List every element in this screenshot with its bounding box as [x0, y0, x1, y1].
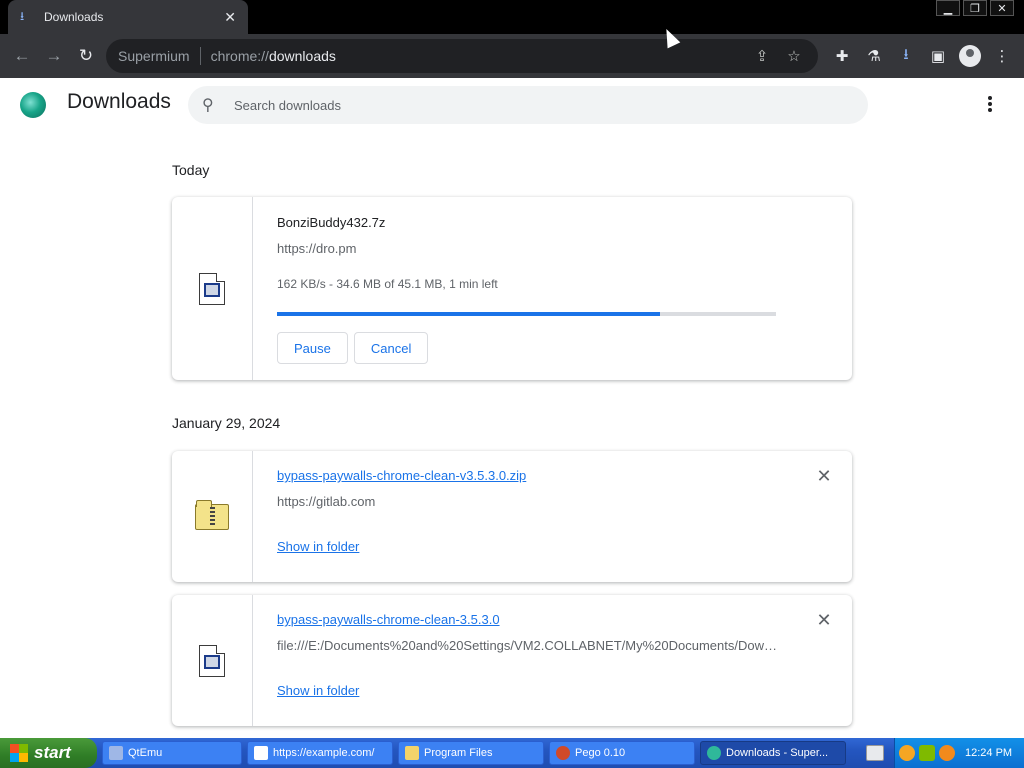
- tab-title: Downloads: [44, 10, 104, 24]
- download-actions: Pause Cancel: [277, 332, 434, 364]
- taskbar-item-label: QtEmu: [128, 747, 163, 759]
- extension-area: ✚ ⚗ ⭳ ▣ ⋮: [826, 40, 1018, 72]
- browser-brand-chip: Supermium: [118, 48, 190, 64]
- network-tray-icon[interactable]: [919, 745, 935, 761]
- download-card: bypass-paywalls-chrome-clean-3.5.3.0 fil…: [172, 595, 852, 726]
- url-scheme: chrome://: [210, 48, 269, 64]
- file-name: BonziBuddy432.7z: [277, 215, 386, 230]
- page-title: Downloads: [67, 90, 171, 113]
- pego-icon: [556, 746, 570, 760]
- omnibox-actions: ⇪ ☆: [746, 39, 810, 73]
- taskbar-item-pego[interactable]: Pego 0.10: [549, 741, 695, 765]
- tab-strip: ⭳ Downloads ✕ ▁ ❐ ✕: [0, 0, 1024, 34]
- download-status: 162 KB/s - 34.6 MB of 45.1 MB, 1 min lef…: [277, 277, 498, 291]
- remove-from-list-icon[interactable]: ✕: [814, 466, 834, 487]
- qtemu-icon: [109, 746, 123, 760]
- taskbar-item-label: https://example.com/: [273, 747, 375, 759]
- progress-bar-fill: [277, 312, 660, 316]
- taskbar-item-example-com[interactable]: https://example.com/: [247, 741, 393, 765]
- windows-taskbar: start QtEmu https://example.com/ Program…: [0, 738, 1024, 768]
- browser-window-icon: [254, 746, 268, 760]
- clock: 12:24 PM: [965, 747, 1013, 759]
- file-name-link[interactable]: bypass-paywalls-chrome-clean-3.5.3.0: [277, 612, 500, 627]
- windows-flag-icon: [10, 744, 28, 762]
- file-icon-column: [172, 595, 253, 726]
- date-header-jan-29-2024: January 29, 2024: [172, 415, 281, 431]
- profile-avatar[interactable]: [959, 45, 981, 67]
- pause-button[interactable]: Pause: [277, 332, 348, 364]
- zip-folder-icon: [195, 499, 229, 530]
- source-url: file:///E:/Documents%20and%20Settings/VM…: [277, 638, 777, 653]
- restore-button[interactable]: ❐: [963, 0, 987, 16]
- source-url: https://gitlab.com: [277, 494, 376, 509]
- date-header-today: Today: [172, 162, 210, 178]
- back-button[interactable]: ←: [6, 40, 38, 72]
- taskbar-item-label: Downloads - Super...: [726, 747, 829, 759]
- remove-from-list-icon[interactable]: ✕: [814, 610, 834, 631]
- minimize-button[interactable]: ▁: [936, 0, 960, 16]
- supermium-icon: [707, 746, 721, 760]
- address-bar[interactable]: Supermium chrome://downloads ⇪ ☆: [106, 39, 818, 73]
- download-card-active: BonziBuddy432.7z https://dro.pm 162 KB/s…: [172, 197, 852, 380]
- keyboard-language-icon[interactable]: [866, 745, 884, 761]
- source-url: https://dro.pm: [277, 241, 357, 256]
- messenger-tray-icon[interactable]: [899, 745, 915, 761]
- start-button[interactable]: start: [0, 738, 97, 768]
- download-icon: ⭳: [20, 8, 25, 23]
- taskbar-item-downloads[interactable]: Downloads - Super...: [700, 741, 846, 765]
- progress-bar: [277, 312, 776, 316]
- browser-toolbar: ← → ↻ Supermium chrome://downloads ⇪ ☆ ✚…: [0, 34, 1024, 78]
- taskbar-item-label: Program Files: [424, 747, 493, 759]
- document-icon: [199, 644, 225, 677]
- search-tray-icon[interactable]: [939, 745, 955, 761]
- file-icon-column: [172, 451, 253, 582]
- reload-button[interactable]: ↻: [70, 40, 102, 72]
- window-controls: ▁ ❐ ✕: [933, 0, 1014, 16]
- extensions-puzzle-icon[interactable]: ✚: [826, 40, 858, 72]
- downloads-progress-icon[interactable]: ⭳: [890, 40, 922, 72]
- show-in-folder-link[interactable]: Show in folder: [277, 683, 359, 698]
- taskbar-item-label: Pego 0.10: [575, 747, 626, 759]
- system-tray: 12:24 PM: [894, 738, 1024, 768]
- more-actions-icon[interactable]: [978, 92, 1002, 116]
- taskbar-item-qtemu[interactable]: QtEmu: [102, 741, 242, 765]
- side-panel-icon[interactable]: ▣: [922, 40, 954, 72]
- close-window-button[interactable]: ✕: [990, 0, 1014, 16]
- start-label: start: [34, 743, 71, 762]
- search-input[interactable]: [234, 97, 834, 113]
- tab-downloads[interactable]: ⭳ Downloads ✕: [8, 0, 248, 34]
- show-in-folder-link[interactable]: Show in folder: [277, 539, 359, 554]
- downloads-header: Downloads ⚲: [0, 78, 1024, 130]
- bookmark-star-icon[interactable]: ☆: [778, 39, 810, 73]
- url-path: downloads: [268, 48, 336, 64]
- taskbar-item-program-files[interactable]: Program Files: [398, 741, 544, 765]
- document-icon: [199, 272, 225, 305]
- file-name-link[interactable]: bypass-paywalls-chrome-clean-v3.5.3.0.zi…: [277, 468, 526, 483]
- url-text[interactable]: chrome://downloads: [211, 48, 336, 64]
- tab-close-icon[interactable]: ✕: [224, 9, 236, 26]
- supermium-logo: [20, 92, 46, 118]
- search-icon: ⚲: [202, 97, 214, 114]
- forward-button[interactable]: →: [38, 40, 70, 72]
- omnibox-divider: [199, 47, 201, 65]
- folder-icon: [405, 746, 419, 760]
- download-card: bypass-paywalls-chrome-clean-v3.5.3.0.zi…: [172, 451, 852, 582]
- labs-flask-icon[interactable]: ⚗: [858, 40, 890, 72]
- file-icon-column: [172, 197, 253, 380]
- search-downloads-box[interactable]: ⚲: [188, 86, 868, 124]
- cancel-button[interactable]: Cancel: [353, 332, 429, 364]
- browser-menu-icon[interactable]: ⋮: [986, 40, 1018, 72]
- share-icon[interactable]: ⇪: [746, 39, 778, 73]
